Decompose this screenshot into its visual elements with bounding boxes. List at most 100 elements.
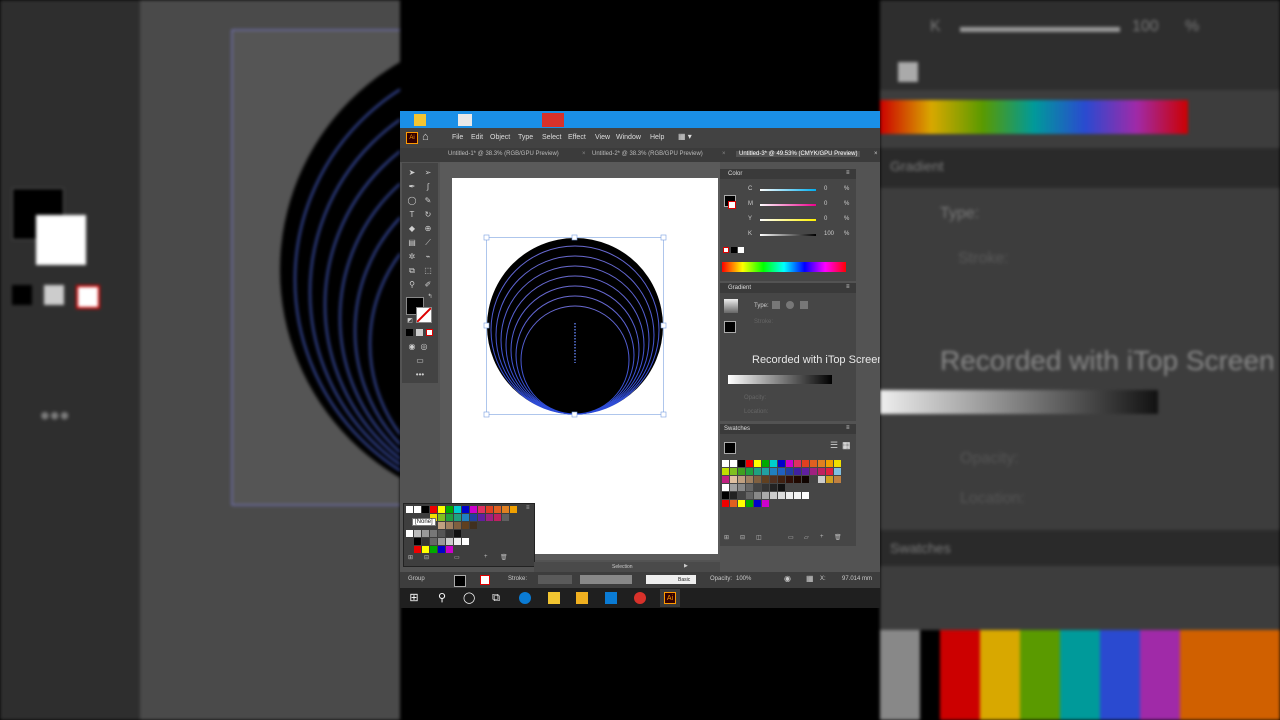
store-icon[interactable] <box>576 592 588 604</box>
edit-toolbar-icon[interactable]: ••• <box>414 369 426 381</box>
globe-icon[interactable]: ◉ <box>784 574 791 583</box>
eyedropper-tool-icon[interactable]: ⟋ <box>422 237 434 249</box>
none-color-icon[interactable] <box>723 247 729 253</box>
menu-type[interactable]: Type <box>518 134 533 141</box>
selection-tool-icon[interactable]: ➤ <box>406 167 418 179</box>
color-group-icon[interactable]: ▭ <box>788 534 794 541</box>
channel-m-slider[interactable] <box>760 204 816 206</box>
menu-help[interactable]: Help <box>650 134 664 141</box>
gradient-slider[interactable] <box>728 375 832 384</box>
home-icon[interactable]: ⌂ <box>422 131 429 143</box>
default-colors-icon[interactable]: ◩ <box>404 315 416 327</box>
popup-menu-icon[interactable]: ≡ <box>526 505 530 511</box>
screen-mode-icon[interactable]: ▭ <box>414 355 426 367</box>
workspace-switcher-icon[interactable]: ▦ ▾ <box>678 132 692 141</box>
place-swatch-icon[interactable]: ⊟ <box>740 534 745 541</box>
artboard-tool-icon[interactable]: ⬚ <box>422 265 434 277</box>
radial-gradient-icon[interactable] <box>786 301 794 309</box>
menu-object[interactable]: Object <box>490 134 510 141</box>
draw-behind-icon[interactable]: ◎ <box>418 341 430 353</box>
recorder-icon[interactable] <box>542 113 564 127</box>
mail-icon[interactable] <box>605 592 617 604</box>
status-arrow-icon[interactable]: ▶ <box>684 563 688 569</box>
channel-c-slider[interactable] <box>760 189 816 191</box>
linear-gradient-icon[interactable] <box>772 301 780 309</box>
hand-tool-icon[interactable]: ✐ <box>422 279 434 291</box>
blend-tool-icon[interactable]: ⌁ <box>422 251 434 263</box>
panel-menu-icon[interactable]: ≡ <box>846 284 850 290</box>
channel-y-slider[interactable] <box>760 219 816 221</box>
panel-menu-icon[interactable]: ≡ <box>846 425 850 431</box>
gradient-fill-swatch[interactable] <box>724 321 736 333</box>
show-kinds-icon[interactable]: ⊟ <box>424 554 429 561</box>
color-mode-icon[interactable] <box>406 329 413 336</box>
file-explorer-icon[interactable] <box>548 592 560 604</box>
gradient-mode-icon[interactable] <box>416 329 423 336</box>
tab-untitled-1[interactable]: Untitled-1* @ 38.3% (RGB/GPU Preview) <box>448 151 559 157</box>
warp-tool-icon[interactable]: ⊕ <box>422 223 434 235</box>
illustrator-taskbar-button[interactable]: Ai <box>660 589 680 607</box>
list-view-icon[interactable]: ☰ <box>830 440 838 451</box>
delete-swatch-icon[interactable]: 🗑 <box>500 554 508 561</box>
ellipse-tool-icon[interactable]: ◯ <box>406 195 418 207</box>
zoom-tool-icon[interactable]: ⚲ <box>406 279 418 291</box>
eraser-tool-icon[interactable]: ◆ <box>406 223 418 235</box>
channel-k-slider[interactable] <box>760 234 816 236</box>
tab-close-icon[interactable]: × <box>874 151 878 157</box>
swatches-fill-swatch[interactable] <box>724 442 736 454</box>
draw-normal-icon[interactable]: ◉ <box>406 341 418 353</box>
control-stroke-swatch[interactable] <box>480 575 490 585</box>
type-tool-icon[interactable]: T <box>406 209 418 221</box>
explorer-icon[interactable] <box>458 114 472 126</box>
edge-icon[interactable] <box>519 592 531 604</box>
white-color-icon[interactable] <box>738 247 744 253</box>
direct-selection-tool-icon[interactable]: ➢ <box>422 167 434 179</box>
folder-icon[interactable] <box>414 114 426 126</box>
new-group-icon[interactable]: ▭ <box>454 554 460 561</box>
tab-close-icon[interactable]: × <box>582 151 586 157</box>
align-icon[interactable]: ▦ <box>806 574 814 583</box>
panel-menu-icon[interactable]: ≡ <box>846 170 850 176</box>
freeform-gradient-icon[interactable] <box>800 301 808 309</box>
pencil-tool-icon[interactable]: ✎ <box>422 195 434 207</box>
delete-swatch-icon[interactable]: 🗑 <box>834 534 842 541</box>
black-color-icon[interactable] <box>731 247 737 253</box>
tab-untitled-3[interactable]: Untitled-3* @ 49.53% (CMYK/GPU Preview) <box>736 151 861 157</box>
stroke-weight-field[interactable] <box>538 575 572 584</box>
menu-view[interactable]: View <box>595 134 610 141</box>
pen-tool-icon[interactable]: ✒ <box>406 181 418 193</box>
library-icon[interactable]: ⊞ <box>408 554 413 561</box>
color-stroke-swatch[interactable] <box>728 201 736 209</box>
channel-c-value[interactable]: 0 <box>824 186 827 192</box>
gradient-tool-icon[interactable]: ▤ <box>406 237 418 249</box>
new-swatch-icon[interactable]: + <box>820 534 824 540</box>
swatch-library-icon[interactable]: ⊞ <box>724 534 729 541</box>
windows-start-icon[interactable]: ⊞ <box>408 592 420 604</box>
screen-recorder-icon[interactable] <box>634 592 646 604</box>
opacity-value[interactable]: 100% <box>736 576 751 582</box>
x-coord[interactable]: 97.014 mm <box>842 576 872 582</box>
menu-window[interactable]: Window <box>616 134 641 141</box>
menu-select[interactable]: Select <box>542 134 561 141</box>
cortana-icon[interactable]: ◯ <box>463 592 475 604</box>
popup-swatch-grid[interactable] <box>404 506 517 553</box>
symbol-sprayer-icon[interactable]: ✲ <box>406 251 418 263</box>
color-spectrum[interactable] <box>722 262 846 272</box>
grid-view-icon[interactable]: ▦ <box>842 440 851 451</box>
variable-width-field[interactable] <box>580 575 632 584</box>
new-swatch-icon[interactable]: + <box>484 554 488 560</box>
none-mode-icon[interactable] <box>426 329 433 336</box>
artboard[interactable] <box>452 178 718 554</box>
stroke-swatch[interactable] <box>416 307 432 323</box>
brush-definition-field[interactable]: Basic <box>646 575 696 584</box>
tab-close-icon[interactable]: × <box>722 151 726 157</box>
rotate-tool-icon[interactable]: ↻ <box>422 209 434 221</box>
new-folder-icon[interactable]: ▱ <box>804 534 809 541</box>
swap-fill-stroke-icon[interactable]: ↰ <box>424 291 436 303</box>
curvature-tool-icon[interactable]: ∫ <box>422 181 434 193</box>
swatch-options-icon[interactable]: ◫ <box>756 534 762 541</box>
swatches-grid[interactable] <box>722 460 844 514</box>
menu-effect[interactable]: Effect <box>568 134 586 141</box>
menu-file[interactable]: File <box>452 134 463 141</box>
search-icon[interactable]: ⚲ <box>436 592 448 604</box>
